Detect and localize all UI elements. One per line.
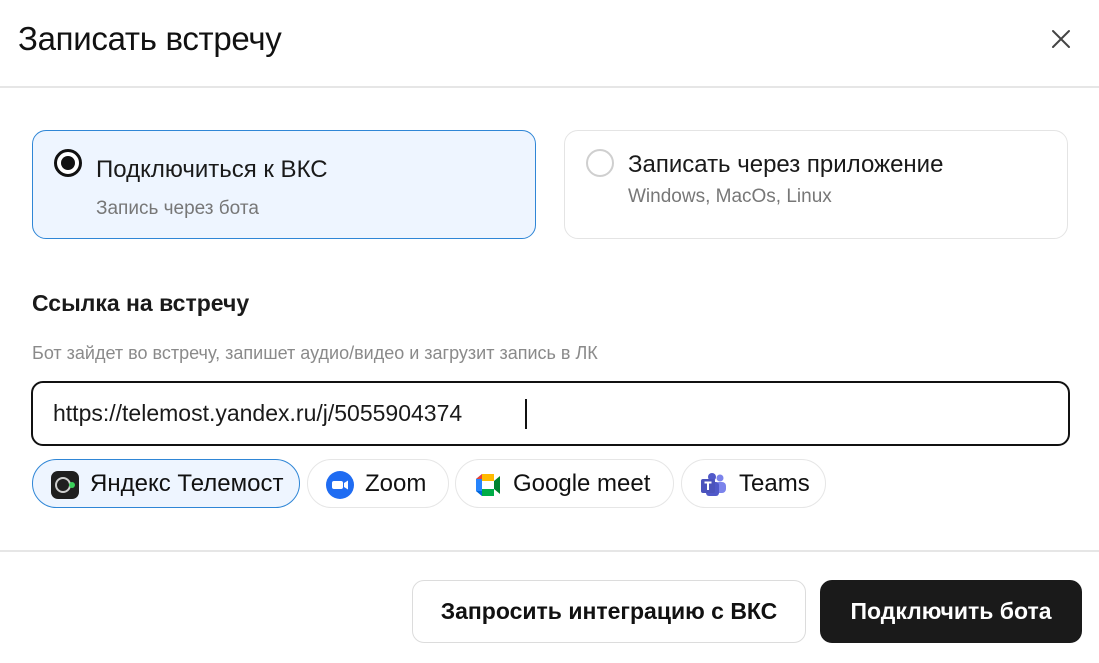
meeting-link-input[interactable]	[53, 383, 1043, 444]
platform-label: Teams	[739, 470, 810, 497]
option-subtitle: Запись через бота	[96, 198, 259, 219]
radio-connect-vks[interactable]	[54, 149, 82, 177]
option-label: Подключиться к ВКС	[96, 156, 328, 183]
radio-record-app[interactable]	[586, 149, 614, 177]
platform-label: Zoom	[365, 470, 427, 497]
text-caret	[525, 399, 527, 429]
meeting-link-field[interactable]	[31, 381, 1070, 446]
dialog-title: Записать встречу	[18, 20, 282, 57]
google-meet-icon	[476, 474, 500, 496]
teams-icon	[701, 473, 726, 496]
option-label: Записать через приложение	[628, 151, 944, 178]
yandex-telemost-icon	[51, 471, 79, 499]
zoom-icon	[326, 471, 354, 499]
close-button[interactable]	[1046, 24, 1076, 54]
platform-chip-google-meet[interactable]: Google meet	[455, 459, 674, 508]
platform-label: Google meet	[513, 470, 651, 497]
option-connect-vks[interactable]: Подключиться к ВКС Запись через бота	[32, 130, 536, 239]
platform-chip-zoom[interactable]: Zoom	[307, 459, 449, 508]
dialog-header: Записать встречу	[0, 0, 1099, 88]
connect-bot-button[interactable]: Подключить бота	[820, 580, 1082, 643]
record-meeting-dialog: Записать встречу Подключиться к ВКС Запи…	[0, 0, 1099, 663]
platform-chip-teams[interactable]: Teams	[681, 459, 826, 508]
request-integration-button[interactable]: Запросить интеграцию с ВКС	[412, 580, 806, 643]
option-subtitle: Windows, MacOs, Linux	[628, 186, 832, 207]
footer-divider	[0, 550, 1099, 552]
link-section-hint: Бот зайдет во встречу, запишет аудио/вид…	[32, 343, 598, 363]
link-section-title: Ссылка на встречу	[32, 290, 250, 316]
platform-label: Яндекс Телемост	[90, 470, 284, 497]
option-record-app[interactable]: Записать через приложение Windows, MacOs…	[564, 130, 1068, 239]
close-icon	[1052, 30, 1070, 48]
platform-chip-telemost[interactable]: Яндекс Телемост	[32, 459, 300, 508]
